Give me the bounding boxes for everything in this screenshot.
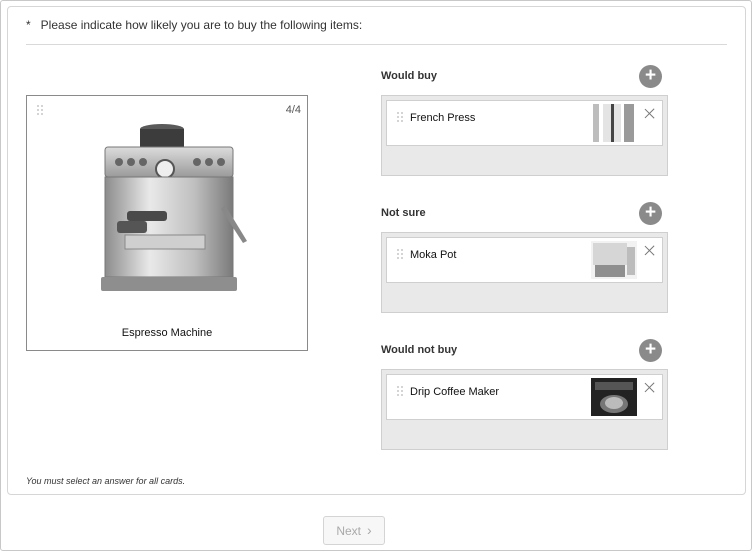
chevron-right-icon: › [367, 522, 372, 538]
add-to-would-buy-button[interactable]: + [639, 65, 662, 88]
plus-icon: + [644, 202, 657, 223]
item-label: French Press [410, 112, 476, 124]
bucket-title-not-sure: Not sure [381, 207, 426, 219]
next-label: Next [336, 524, 361, 538]
add-to-not-sure-button[interactable]: + [639, 202, 662, 225]
bucket-not-sure[interactable]: Moka Pot [381, 232, 668, 313]
add-to-would-not-buy-button[interactable]: + [639, 339, 662, 362]
plus-icon: + [644, 339, 657, 360]
remove-item-icon[interactable] [643, 107, 657, 121]
bucket-title-would-buy: Would buy [381, 70, 438, 82]
bucket-item-french-press[interactable]: French Press [386, 100, 663, 146]
bucket-title-would-not-buy: Would not buy [381, 344, 458, 356]
drip-coffee-maker-thumbnail [591, 378, 637, 416]
item-label: Drip Coffee Maker [410, 386, 500, 398]
plus-icon: + [644, 65, 657, 86]
drag-handle-icon[interactable] [397, 112, 403, 124]
card-counter: 4/4 [285, 104, 301, 116]
validation-note: You must select an answer for all cards. [26, 476, 186, 486]
bucket-item-moka-pot[interactable]: Moka Pot [386, 237, 663, 283]
item-label: Moka Pot [410, 249, 457, 261]
remove-item-icon[interactable] [643, 381, 657, 395]
drag-handle-icon[interactable] [37, 105, 43, 117]
espresso-machine-image [101, 124, 247, 291]
card-espresso-machine[interactable]: 4/4 Espresso Machine [26, 95, 308, 351]
bucket-item-drip-coffee-maker[interactable]: Drip Coffee Maker [386, 374, 663, 420]
bucket-would-buy[interactable]: French Press [381, 95, 668, 176]
question-header: * Please indicate how likely you are to b… [26, 18, 362, 32]
french-press-thumbnail [591, 104, 637, 142]
question-text: Please indicate how likely you are to bu… [40, 18, 363, 32]
remove-item-icon[interactable] [643, 244, 657, 258]
drag-handle-icon[interactable] [397, 249, 403, 261]
moka-pot-thumbnail [591, 241, 637, 279]
next-button[interactable]: Next › [323, 516, 385, 545]
card-label: Espresso Machine [121, 327, 213, 339]
divider [26, 44, 727, 45]
required-marker: * [26, 18, 31, 32]
drag-handle-icon[interactable] [397, 386, 403, 398]
bucket-would-not-buy[interactable]: Drip Coffee Maker [381, 369, 668, 450]
